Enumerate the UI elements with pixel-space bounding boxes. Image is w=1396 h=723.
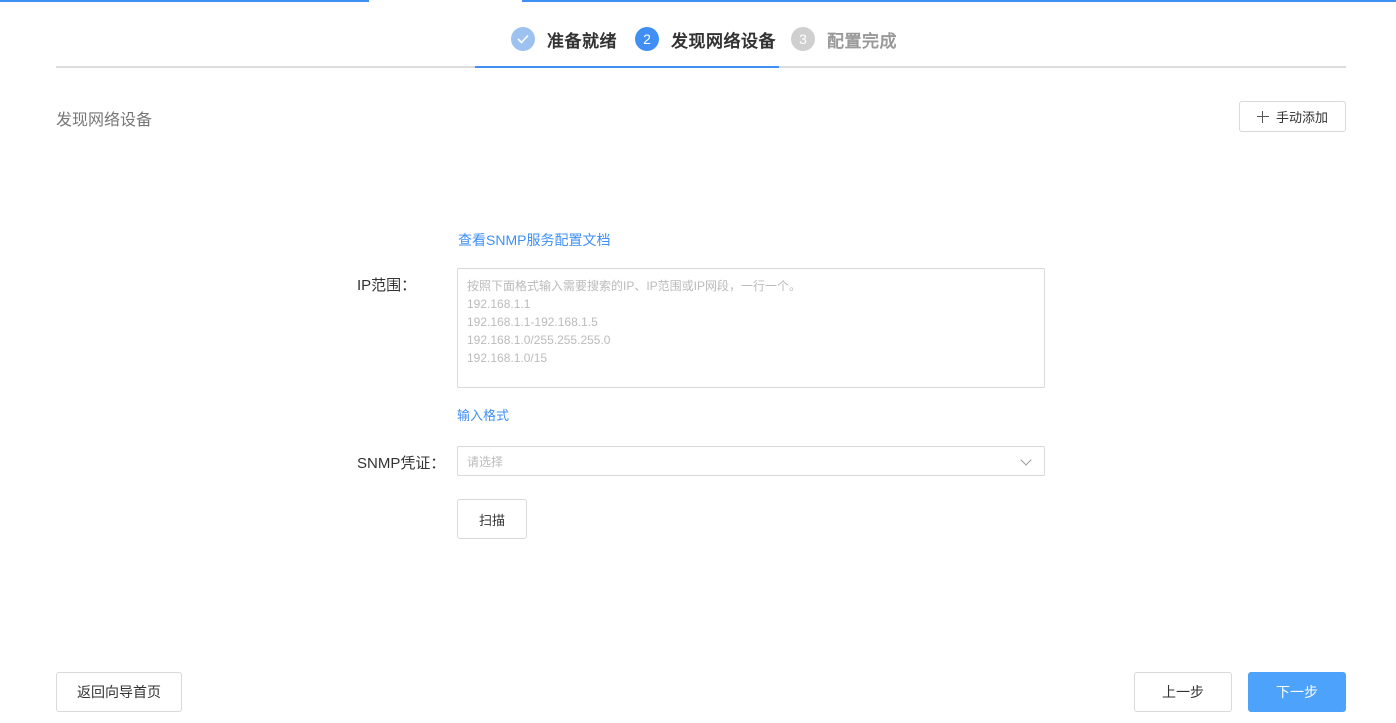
input-format-link[interactable]: 输入格式 — [457, 405, 509, 424]
section-title: 发现网络设备 — [56, 112, 153, 129]
previous-step-button[interactable]: 上一步 — [1134, 672, 1232, 712]
step-complete: 3 配置完成 — [791, 24, 897, 54]
manual-add-label: 手动添加 — [1275, 110, 1328, 125]
step-number: 3 — [791, 27, 815, 51]
ip-range-label: IP范围： — [357, 277, 417, 294]
step-number: 2 — [635, 27, 659, 51]
step-label: 发现网络设备 — [671, 31, 776, 51]
back-to-wizard-home-button[interactable]: 返回向导首页 — [56, 672, 182, 712]
placeholder-line: 192.168.1.0/255.255.255.0 — [467, 333, 611, 347]
placeholder-line: 192.168.1.0/15 — [467, 351, 548, 365]
wizard-steps: 准备就绪 2 发现网络设备 3 配置完成 — [0, 24, 1396, 54]
top-accent-bar-right — [522, 0, 1396, 2]
plus-icon — [1256, 110, 1269, 123]
select-placeholder: 请选择 — [467, 454, 504, 469]
step-ready: 准备就绪 — [511, 24, 617, 54]
next-step-button[interactable]: 下一步 — [1248, 672, 1346, 712]
step-label: 准备就绪 — [547, 31, 617, 51]
snmp-credential-label: SNMP凭证： — [357, 455, 446, 472]
step-discover: 2 发现网络设备 — [635, 24, 776, 54]
check-icon — [511, 27, 535, 51]
placeholder-line: 192.168.1.1-192.168.1.5 — [467, 315, 598, 329]
snmp-doc-link[interactable]: 查看SNMP服务配置文档 — [458, 230, 610, 250]
active-step-indicator — [475, 66, 779, 68]
chevron-down-icon — [1020, 454, 1032, 466]
snmp-credential-select[interactable]: 请选择 — [457, 446, 1045, 476]
top-accent-bar-left — [0, 0, 369, 2]
scan-button[interactable]: 扫描 — [457, 499, 527, 539]
ip-range-textarea[interactable]: 按照下面格式输入需要搜索的IP、IP范围或IP网段，一行一个。 192.168.… — [457, 268, 1045, 388]
placeholder-line: 192.168.1.1 — [467, 297, 531, 311]
step-label: 配置完成 — [827, 31, 897, 51]
manual-add-button[interactable]: 手动添加 — [1239, 101, 1346, 132]
placeholder-line: 按照下面格式输入需要搜索的IP、IP范围或IP网段，一行一个。 — [467, 279, 802, 293]
discovery-wizard-page: 准备就绪 2 发现网络设备 3 配置完成 发现网络设备 手动添加 查看SNMP服… — [0, 0, 1396, 723]
